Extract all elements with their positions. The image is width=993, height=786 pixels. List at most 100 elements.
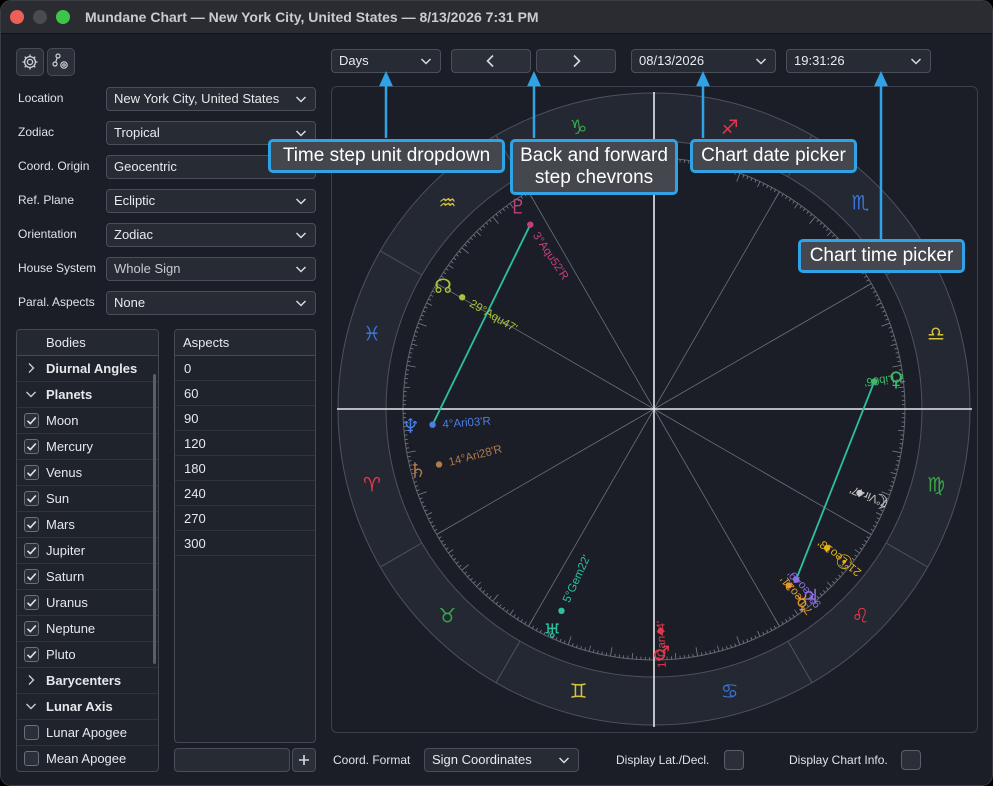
- setting-label: Zodiac: [18, 125, 55, 139]
- body-row-label: Lunar Apogee: [46, 725, 127, 740]
- body-checkbox[interactable]: [24, 725, 39, 740]
- display-info-checkbox[interactable]: [901, 750, 921, 770]
- coord-format-value: Sign Coordinates: [432, 752, 532, 767]
- body-checkbox[interactable]: [24, 439, 39, 454]
- zodiac-sign-glyph: ♋: [721, 679, 739, 703]
- body-checkbox[interactable]: [24, 517, 39, 532]
- aspect-row[interactable]: 300: [175, 531, 315, 556]
- bodies-item-row[interactable]: Sun: [17, 486, 158, 512]
- bodies-group-row[interactable]: Planets: [17, 382, 158, 408]
- body-checkbox[interactable]: [24, 621, 39, 636]
- bodies-item-row[interactable]: Uranus: [17, 590, 158, 616]
- body-checkbox[interactable]: [24, 647, 39, 662]
- chevron-down-icon: [295, 300, 307, 307]
- zoom-window-button[interactable]: [56, 10, 70, 24]
- bodies-group-row[interactable]: Diurnal Angles: [17, 356, 158, 382]
- bodies-item-row[interactable]: Jupiter: [17, 538, 158, 564]
- step-back-button[interactable]: [451, 49, 531, 73]
- aspect-row[interactable]: 270: [175, 506, 315, 531]
- body-marker[interactable]: [458, 294, 466, 301]
- bodies-item-row[interactable]: Mars: [17, 512, 158, 538]
- zodiac-sign-glyph: ♒: [439, 191, 457, 215]
- body-checkbox[interactable]: [24, 751, 39, 766]
- bodies-group-row[interactable]: Barycenters: [17, 668, 158, 694]
- callout-chevrons: Back and forward step chevrons: [510, 139, 678, 195]
- bodies-item-row[interactable]: Pluto: [17, 642, 158, 668]
- body-checkbox[interactable]: [24, 543, 39, 558]
- body-checkbox[interactable]: [24, 413, 39, 428]
- close-window-button[interactable]: [10, 10, 24, 24]
- body-checkbox[interactable]: [24, 465, 39, 480]
- setting-dropdown[interactable]: None: [106, 291, 316, 315]
- degree-tick: [674, 653, 677, 660]
- bodies-group-row[interactable]: Lunar Axis: [17, 694, 158, 720]
- chevron-down-icon: [910, 58, 922, 65]
- bodies-item-row[interactable]: Neptune: [17, 616, 158, 642]
- bodies-panel: Bodies Diurnal Angles Planets Moon Mercury V…: [16, 329, 159, 772]
- checkmark-icon: [26, 650, 37, 659]
- date-picker[interactable]: 08/13/2026: [631, 49, 776, 73]
- chevron-right-icon[interactable]: [25, 674, 37, 686]
- setting-label: Ref. Plane: [18, 193, 75, 207]
- bodies-item-row[interactable]: Saturn: [17, 564, 158, 590]
- zodiac-sign-glyph: ♐: [721, 115, 739, 139]
- chevron-right-icon[interactable]: [25, 362, 37, 374]
- aspect-row[interactable]: 0: [175, 356, 315, 381]
- body-marker[interactable]: [429, 421, 436, 428]
- body-row-label: Saturn: [46, 569, 85, 584]
- bodies-item-row[interactable]: Moon: [17, 408, 158, 434]
- bodies-scrollbar[interactable]: [153, 374, 156, 664]
- time-value: 19:31:26: [794, 53, 845, 68]
- body-row-label: Jupiter: [46, 543, 86, 558]
- aspect-row[interactable]: 60: [175, 381, 315, 406]
- setting-value: Zodiac: [114, 227, 154, 242]
- bodies-item-row[interactable]: Mean Apogee: [17, 746, 158, 771]
- planet-glyph[interactable]: ♄: [409, 458, 427, 482]
- planet-position-label: 1°Can44': [655, 621, 668, 668]
- planet-glyph[interactable]: ☊: [434, 274, 452, 298]
- setting-value: Geocentric: [114, 159, 177, 174]
- aspect-row[interactable]: 90: [175, 406, 315, 431]
- setting-dropdown[interactable]: New York City, United States: [106, 87, 316, 111]
- body-marker[interactable]: [435, 461, 443, 468]
- callout-time: Chart time picker: [798, 239, 965, 273]
- bodies-item-row[interactable]: Venus: [17, 460, 158, 486]
- settings-button[interactable]: [16, 48, 44, 76]
- body-checkbox[interactable]: [24, 595, 39, 610]
- setting-dropdown[interactable]: Zodiac: [106, 223, 316, 247]
- add-aspect-button[interactable]: [292, 748, 316, 772]
- planet-glyph[interactable]: ♆: [402, 414, 420, 438]
- zodiac-sign-glyph: ♉: [439, 603, 457, 627]
- aspect-row[interactable]: 120: [175, 431, 315, 456]
- chart-settings-button[interactable]: [47, 48, 75, 76]
- display-lat-checkbox[interactable]: [724, 750, 744, 770]
- planet-glyph[interactable]: ♅: [543, 619, 561, 643]
- coord-format-dropdown[interactable]: Sign Coordinates: [424, 748, 579, 772]
- chevron-down-icon[interactable]: [25, 700, 37, 712]
- time-picker[interactable]: 19:31:26: [786, 49, 931, 73]
- setting-dropdown[interactable]: Whole Sign: [106, 257, 316, 281]
- checkmark-icon: [26, 572, 37, 581]
- chevron-down-icon: [295, 198, 307, 205]
- plus-icon: [299, 755, 309, 765]
- callout-date: Chart date picker: [690, 139, 857, 173]
- bodies-item-row[interactable]: Lunar Apogee: [17, 720, 158, 746]
- aspect-row[interactable]: 240: [175, 481, 315, 506]
- planet-glyph[interactable]: ♇: [509, 194, 527, 218]
- body-marker[interactable]: [558, 607, 565, 615]
- bodies-item-row[interactable]: Mercury: [17, 434, 158, 460]
- aspect-add-input[interactable]: [174, 748, 290, 772]
- setting-label: Paral. Aspects: [18, 295, 95, 309]
- body-checkbox[interactable]: [24, 491, 39, 506]
- body-checkbox[interactable]: [24, 569, 39, 584]
- minimize-window-button[interactable]: [33, 10, 47, 24]
- body-marker[interactable]: [527, 221, 534, 228]
- setting-dropdown[interactable]: Ecliptic: [106, 189, 316, 213]
- setting-value: None: [114, 295, 146, 310]
- callout-step-unit: Time step unit dropdown: [268, 139, 505, 173]
- aspect-row[interactable]: 180: [175, 456, 315, 481]
- display-info-label: Display Chart Info.: [789, 753, 888, 767]
- step-unit-dropdown[interactable]: Days: [331, 49, 441, 73]
- chevron-down-icon[interactable]: [25, 388, 37, 400]
- step-forward-button[interactable]: [536, 49, 616, 73]
